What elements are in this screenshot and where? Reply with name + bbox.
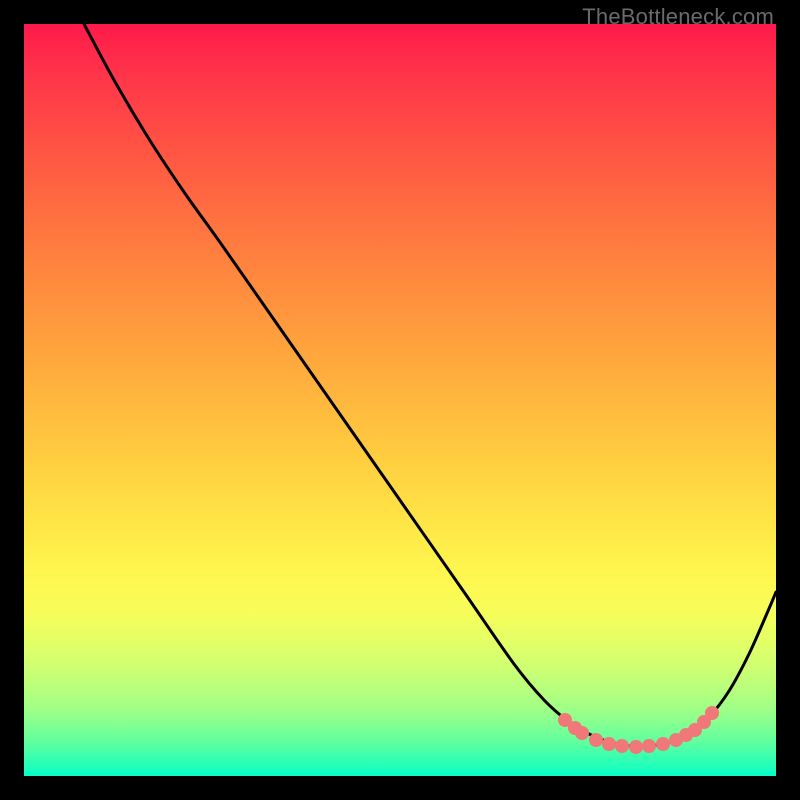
curve-marker <box>602 737 616 751</box>
bottleneck-curve <box>84 24 776 747</box>
curve-marker <box>589 733 603 747</box>
plot-area <box>24 24 776 776</box>
curve-marker <box>615 739 629 753</box>
marker-group <box>558 706 719 754</box>
stage: TheBottleneck.com <box>0 0 800 800</box>
curve-marker <box>656 737 670 751</box>
chart-svg <box>24 24 776 776</box>
curve-marker <box>642 739 656 753</box>
curve-marker <box>629 740 643 754</box>
watermark-text: TheBottleneck.com <box>582 4 774 30</box>
curve-marker <box>575 726 589 740</box>
curve-marker <box>705 706 719 720</box>
